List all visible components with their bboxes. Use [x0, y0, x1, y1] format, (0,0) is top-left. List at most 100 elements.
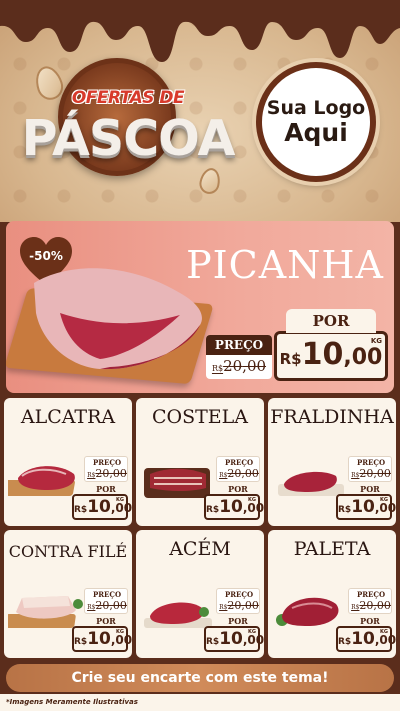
new-price-dec: ,00: [374, 633, 396, 647]
old-price-int: 20: [227, 467, 242, 480]
new-price-int: 10: [87, 629, 111, 649]
new-price-box: R$10,00 KG: [72, 626, 132, 652]
new-price-currency: R$: [74, 637, 88, 647]
product-name: ACÉM: [169, 538, 231, 560]
product-card: COSTELA PREÇO R$20,00 POR R$10,00 KG: [136, 398, 264, 526]
old-price-dec: ,00: [241, 467, 259, 480]
new-price-currency: R$: [206, 637, 220, 647]
old-price-int: 20: [359, 467, 374, 480]
old-price-tag: PREÇO R$20,00: [206, 335, 272, 379]
old-price-int: 20: [223, 357, 243, 375]
featured-product-card: -50% PICANHA PREÇO R$20,00 POR R$10,00 K…: [6, 221, 394, 393]
old-price-tag: PREÇO R$20,00: [216, 588, 260, 614]
product-card: CONTRA FILÉ PREÇO R$20,00 POR R$10,00 KG: [4, 530, 132, 658]
header-banner: OFERTAS DE PÁSCOA Sua Logo Aqui: [0, 0, 400, 222]
unit-label: KG: [380, 497, 388, 503]
old-price-int: 20: [359, 599, 374, 612]
new-price-label: POR: [96, 484, 116, 494]
product-name: FRALDINHA: [270, 406, 394, 428]
product-card: ALCATRA PREÇO R$20,00 POR R$10,00 KG: [4, 398, 132, 526]
unit-label: KG: [370, 337, 382, 345]
featured-product-name: PICANHA: [186, 243, 384, 287]
old-price-label: PREÇO: [356, 458, 386, 467]
old-price-int: 20: [227, 599, 242, 612]
product-card: FRALDINHA PREÇO R$20,00 POR R$10,00 KG: [268, 398, 396, 526]
new-price-int: 10: [301, 337, 344, 372]
old-price-int: 20: [95, 599, 110, 612]
product-name: COSTELA: [151, 406, 248, 428]
logo-placeholder: Sua Logo Aqui: [256, 62, 376, 182]
picanha-meat-image: [34, 268, 202, 370]
unit-label: KG: [116, 629, 124, 635]
old-price-dec: ,00: [242, 357, 267, 375]
title-pascoa: PÁSCOA: [21, 110, 236, 167]
old-price-tag: PREÇO R$20,00: [84, 588, 128, 614]
old-price-tag: PREÇO R$20,00: [348, 456, 392, 482]
flyer-page: OFERTAS DE PÁSCOA Sua Logo Aqui -50% PIC…: [0, 0, 400, 711]
new-price-dec: ,00: [242, 633, 264, 647]
new-price-int: 10: [351, 497, 375, 517]
unit-label: KG: [116, 497, 124, 503]
new-price-label: POR: [360, 616, 380, 626]
new-price-currency: R$: [338, 637, 352, 647]
new-price-label: POR: [96, 616, 116, 626]
old-price-value: R$20,00: [206, 357, 272, 375]
unit-label: KG: [248, 629, 256, 635]
new-price-box: R$10,00 KG: [336, 494, 396, 520]
product-card: PALETA PREÇO R$20,00 POR R$10,00 KG: [268, 530, 396, 658]
old-price-tag: PREÇO R$20,00: [84, 456, 128, 482]
old-price-label: PREÇO: [206, 335, 272, 355]
old-price-value: R$20,00: [349, 467, 393, 480]
title-ofertas: OFERTAS DE: [71, 88, 185, 108]
new-price-int: 10: [219, 629, 243, 649]
new-price-int: 10: [87, 497, 111, 517]
new-price-box: R$10,00 KG: [204, 494, 264, 520]
old-price-dec: ,00: [241, 599, 259, 612]
logo-line-1: Sua Logo: [266, 96, 366, 119]
new-price-label: POR: [228, 616, 248, 626]
old-price-dec: ,00: [373, 467, 391, 480]
old-price-dec: ,00: [373, 599, 391, 612]
new-price-int: 10: [219, 497, 243, 517]
old-price-value: R$20,00: [217, 599, 261, 612]
new-price-dec: ,00: [110, 633, 132, 647]
unit-label: KG: [248, 497, 256, 503]
old-price-tag: PREÇO R$20,00: [216, 456, 260, 482]
new-price-tag: POR R$10,00 KG: [274, 309, 388, 381]
new-price-dec: ,00: [374, 501, 396, 515]
new-price-int: 10: [351, 629, 375, 649]
new-price-currency: R$: [74, 505, 88, 515]
create-flyer-button[interactable]: Crie seu encarte com este tema!: [6, 664, 394, 692]
new-price-dec: ,00: [110, 501, 132, 515]
new-price-box: R$10,00 KG: [72, 494, 132, 520]
old-price-tag: PREÇO R$20,00: [348, 588, 392, 614]
new-price-dec: ,00: [242, 501, 264, 515]
new-price-currency: R$: [338, 505, 352, 515]
product-name: CONTRA FILÉ: [8, 542, 128, 561]
new-price-label: POR: [360, 484, 380, 494]
old-price-label: PREÇO: [224, 458, 254, 467]
old-price-label: PREÇO: [92, 590, 122, 599]
disclaimer-text: *Imagens Meramente Ilustrativas: [0, 694, 400, 711]
old-price-dec: ,00: [109, 599, 127, 612]
old-price-label: PREÇO: [356, 590, 386, 599]
old-price-value: R$20,00: [85, 599, 129, 612]
product-card: ACÉM PREÇO R$20,00 POR R$10,00 KG: [136, 530, 264, 658]
old-price-int: 20: [95, 467, 110, 480]
old-price-label: PREÇO: [92, 458, 122, 467]
logo-line-2: Aqui: [284, 117, 348, 147]
old-price-label: PREÇO: [224, 590, 254, 599]
new-price-box: R$10,00 KG: [336, 626, 396, 652]
new-price-label: POR: [286, 309, 376, 333]
new-price-currency: R$: [206, 505, 220, 515]
new-price-label: POR: [228, 484, 248, 494]
new-price-currency: R$: [279, 350, 302, 368]
product-name: PALETA: [293, 538, 371, 560]
new-price-box: R$10,00 KG: [204, 626, 264, 652]
old-price-dec: ,00: [109, 467, 127, 480]
unit-label: KG: [380, 629, 388, 635]
old-price-currency: R$: [211, 364, 224, 373]
old-price-value: R$20,00: [85, 467, 129, 480]
old-price-value: R$20,00: [349, 599, 393, 612]
old-price-value: R$20,00: [217, 467, 261, 480]
